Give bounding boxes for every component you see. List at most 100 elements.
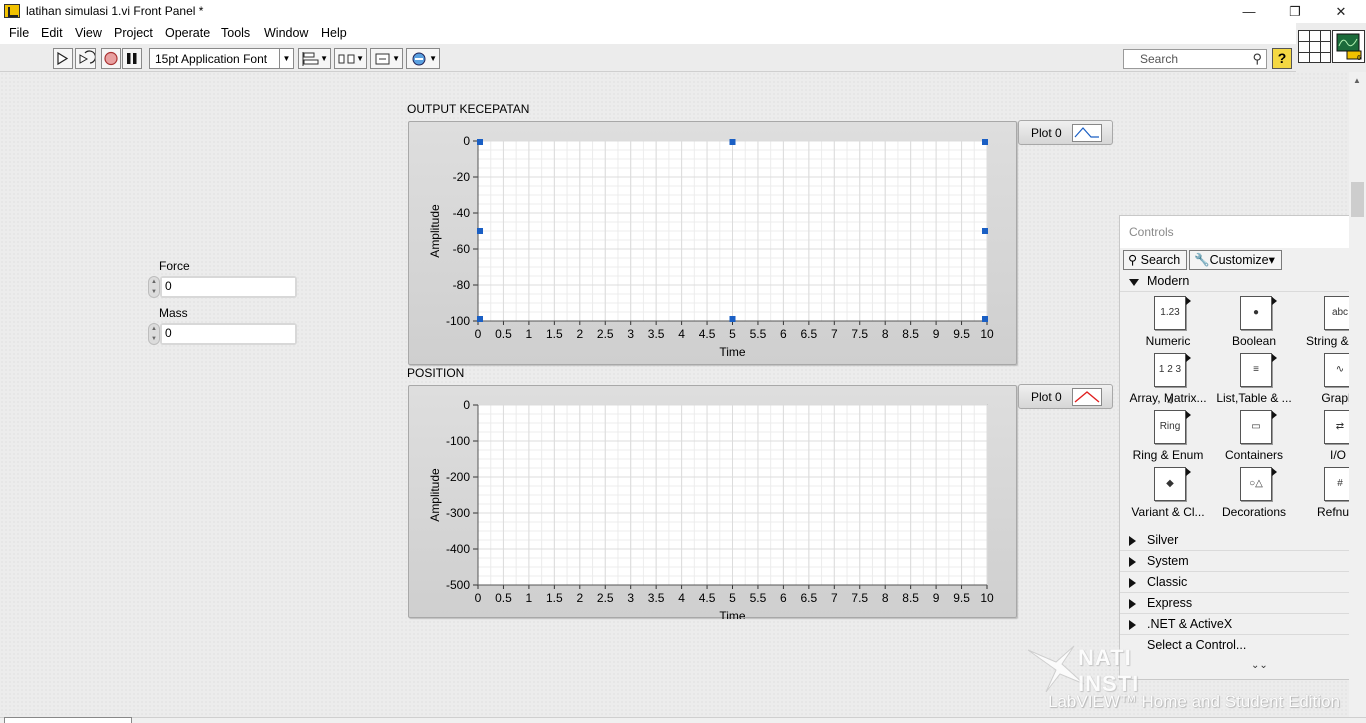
menu-operate[interactable]: Operate <box>165 26 210 40</box>
x-tick-label: 6.5 <box>801 327 818 341</box>
x-tick-label: 6.5 <box>801 591 818 605</box>
align-objects-icon <box>302 52 319 66</box>
selection-handle[interactable] <box>729 139 736 145</box>
velocity-plot-area[interactable]: 0 0.5 1 1.5 2 2.5 3 3.5 4 4.5 5 5.5 6 6.5 7 7.5 8 8.5 9 9.5… <box>409 122 1018 366</box>
palette-item-boolean[interactable]: ● Boolean <box>1211 296 1297 353</box>
position-plot-legend[interactable]: Plot 0 <box>1018 384 1113 409</box>
menu-edit[interactable]: Edit <box>41 26 63 40</box>
menu-file[interactable]: File <box>9 26 29 40</box>
x-tick-label: 1.5 <box>546 327 563 341</box>
pause-button[interactable] <box>122 48 142 69</box>
abort-button[interactable] <box>101 48 121 69</box>
selection-handle[interactable] <box>477 228 483 234</box>
section-modern-label: Modern <box>1147 274 1190 288</box>
velocity-graph[interactable]: 0 0.5 1 1.5 2 2.5 3 3.5 4 4.5 5 5.5 6 6.5 7 7.5 8 8.5 9 9.5… <box>408 121 1017 365</box>
triangle-right-icon <box>1129 599 1136 609</box>
section-label: Express <box>1147 596 1193 610</box>
palette-item-numeric[interactable]: 1.23 Numeric <box>1125 296 1211 353</box>
palette-item-ring-enum[interactable]: Ring Ring & Enum <box>1125 410 1211 467</box>
boolean-icon: ● <box>1240 296 1277 330</box>
mass-value[interactable]: 0 <box>162 325 295 343</box>
close-button[interactable]: ✕ <box>1318 0 1364 23</box>
section-net-activex[interactable]: .NET & ActiveX <box>1120 615 1366 635</box>
palette-customize-button[interactable]: 🔧Customize▾ <box>1189 250 1282 270</box>
select-a-control[interactable]: Select a Control... <box>1120 636 1366 656</box>
x-tick-label: 8.5 <box>902 327 919 341</box>
selection-handle[interactable] <box>982 139 988 145</box>
x-tick-label: 4 <box>678 591 685 605</box>
connector-pane-icon[interactable] <box>1298 30 1331 63</box>
section-label: System <box>1147 554 1189 568</box>
run-continuously-button[interactable] <box>75 48 96 69</box>
vi-icon[interactable]: 6 <box>1332 30 1365 63</box>
menu-tools[interactable]: Tools <box>221 26 250 40</box>
palette-item-decorations[interactable]: ○△ Decorations <box>1211 467 1297 524</box>
menu-view[interactable]: View <box>75 26 102 40</box>
menu-window[interactable]: Window <box>264 26 308 40</box>
status-tab[interactable] <box>4 717 132 723</box>
search-placeholder: Search <box>1140 52 1179 66</box>
scroll-up-icon[interactable]: ▲ <box>1353 76 1361 85</box>
y-tick-label: -100 <box>446 434 470 448</box>
palette-item-variant-cl[interactable]: ◆ Variant & Cl... <box>1125 467 1211 524</box>
y-axis-title: Amplitude <box>428 468 442 522</box>
palette-item-label: Ring & Enum <box>1132 448 1204 462</box>
force-increment-decrement[interactable]: ▲ ▼ <box>148 276 160 298</box>
mass-increment-decrement[interactable]: ▲ ▼ <box>148 323 160 345</box>
x-tick-label: 4.5 <box>699 327 716 341</box>
distribute-objects-dropdown[interactable]: ▼ <box>334 48 367 69</box>
x-tick-label: 8 <box>882 327 889 341</box>
x-tick-label: 5 <box>729 327 736 341</box>
array-matrix-icon: 1 2 3 4 <box>1154 353 1191 407</box>
section-express[interactable]: Express <box>1120 594 1366 614</box>
scrollbar-thumb[interactable] <box>1351 182 1364 217</box>
selection-handle[interactable] <box>729 316 736 322</box>
palette-item-containers[interactable]: ▭ Containers <box>1211 410 1297 467</box>
restore-button[interactable]: ❐ <box>1272 0 1318 23</box>
velocity-plot-legend[interactable]: Plot 0 <box>1018 120 1113 145</box>
position-plot-area[interactable]: 0 0.5 1 1.5 2 2.5 3 3.5 4 4.5 5 5.5 6 6.5 7 7.5 8 8.5 9 9.5… <box>409 386 1018 619</box>
force-control[interactable]: ▲ ▼ 0 <box>148 276 300 298</box>
x-tick-label: 3 <box>627 327 634 341</box>
menu-project[interactable]: Project <box>114 26 153 40</box>
section-classic[interactable]: Classic <box>1120 573 1366 593</box>
variant-class-glyph: ◆ <box>1166 478 1174 489</box>
x-tick-label: 1 <box>526 327 533 341</box>
palette-expand-icon[interactable]: ⌄⌄ <box>1251 660 1268 671</box>
x-tick-label: 7 <box>831 327 838 341</box>
x-tick-label: 0 <box>475 591 482 605</box>
y-tick-label: -500 <box>446 578 470 592</box>
list-table-glyph: ≡ <box>1253 364 1259 375</box>
force-value[interactable]: 0 <box>162 278 295 296</box>
font-selector-value: 15pt Application Font <box>155 52 268 66</box>
selection-handle[interactable] <box>982 316 988 322</box>
menu-help[interactable]: Help <box>321 26 347 40</box>
x-tick-label: 2.5 <box>597 591 614 605</box>
context-help-button[interactable]: ? <box>1272 48 1292 69</box>
reorder-dropdown[interactable]: ▼ <box>406 48 440 69</box>
y-tick-label: -300 <box>446 506 470 520</box>
x-tick-label: 7.5 <box>851 327 868 341</box>
run-button[interactable] <box>53 48 73 69</box>
align-objects-dropdown[interactable]: ▼ <box>298 48 331 69</box>
vertical-scrollbar[interactable]: ▲ <box>1349 72 1366 717</box>
x-tick-label: 6 <box>780 591 787 605</box>
palette-search-button[interactable]: ⚲ Search <box>1123 250 1187 270</box>
minimize-button[interactable]: — <box>1226 0 1272 23</box>
section-system[interactable]: System <box>1120 552 1366 572</box>
mass-control[interactable]: ▲ ▼ 0 <box>148 323 300 345</box>
pause-icon <box>127 53 137 64</box>
resize-objects-dropdown[interactable]: ▼ <box>370 48 403 69</box>
section-modern[interactable]: Modern <box>1120 272 1366 292</box>
palette-item-list-table[interactable]: ≡ List,Table & ... <box>1211 353 1297 410</box>
selection-handle[interactable] <box>477 139 483 145</box>
font-selector[interactable]: 15pt Application Font ▼ <box>149 48 294 69</box>
selection-handle[interactable] <box>477 316 483 322</box>
palette-item-array-matrix[interactable]: 1 2 3 4 Array, Matrix... <box>1125 353 1211 410</box>
position-graph[interactable]: 0 0.5 1 1.5 2 2.5 3 3.5 4 4.5 5 5.5 6 6.5 7 7.5 8 8.5 9 9.5… <box>408 385 1018 619</box>
search-input[interactable]: Search ⚲ <box>1123 49 1267 69</box>
x-tick-label: 9.5 <box>953 327 970 341</box>
selection-handle[interactable] <box>982 228 988 234</box>
section-silver[interactable]: Silver <box>1120 531 1366 551</box>
x-tick-label: 8 <box>882 591 889 605</box>
